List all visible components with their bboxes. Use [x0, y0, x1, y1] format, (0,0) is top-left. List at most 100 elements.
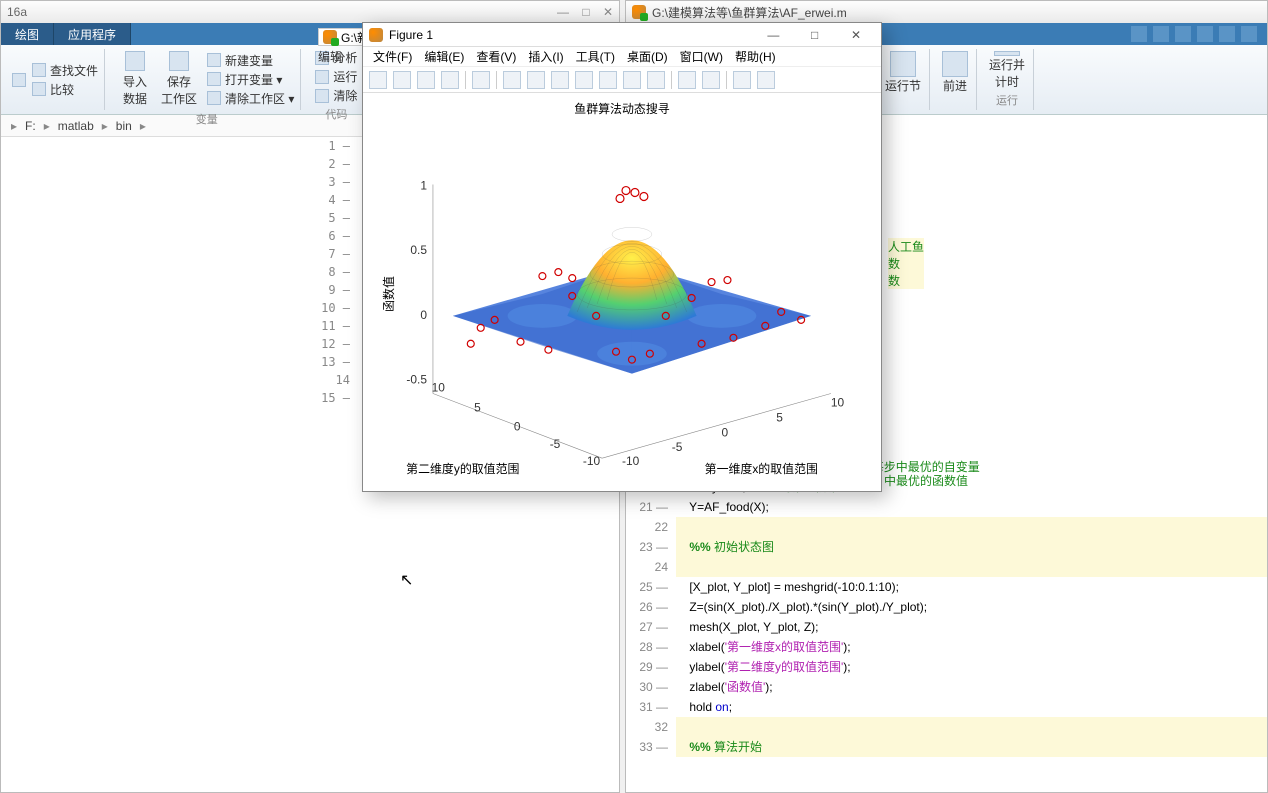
runtime-button[interactable]: 运行并 计时运行 — [981, 49, 1034, 110]
link-icon[interactable] — [647, 71, 665, 89]
showplot-icon[interactable] — [757, 71, 775, 89]
svg-text:1: 1 — [420, 179, 427, 193]
quick-access — [1131, 23, 1257, 45]
findfiles-icon — [32, 63, 46, 77]
minimize-icon[interactable]: — — [557, 5, 569, 19]
x-ticks: -10-50510 — [622, 395, 845, 468]
figure-title: Figure 1 — [389, 28, 433, 42]
advance-button[interactable]: 前进 — [934, 49, 977, 110]
code-line[interactable] — [676, 717, 1267, 737]
code-line[interactable] — [676, 517, 1267, 537]
close-icon[interactable]: ✕ — [837, 28, 875, 42]
legend-icon[interactable] — [702, 71, 720, 89]
colorbar-icon[interactable] — [678, 71, 696, 89]
openvar-button[interactable]: 打开变量 ▾ — [207, 71, 294, 88]
open-button[interactable] — [12, 73, 26, 87]
minimize-icon[interactable]: — — [754, 28, 792, 42]
newvar-icon — [207, 53, 221, 67]
window-titlebar[interactable]: 16a — □ ✕ — [1, 1, 619, 23]
code-line[interactable]: [X_plot, Y_plot] = meshgrid(-10:0.1:10); — [676, 577, 1267, 597]
window-controls: — □ ✕ — [754, 28, 875, 42]
figure-axes[interactable]: 鱼群算法动态搜寻 函数值 10.50-0.5 第一维度x的取值范围 -10-50… — [363, 95, 881, 491]
code-line[interactable]: hold on; — [676, 697, 1267, 717]
qa-icon[interactable] — [1175, 26, 1191, 42]
code-line[interactable]: ylabel('第二维度y的取值范围'); — [676, 657, 1267, 677]
qa-icon[interactable] — [1241, 26, 1257, 42]
save-icon[interactable] — [417, 71, 435, 89]
newvar-button[interactable]: 新建变量 — [207, 52, 294, 69]
figure-toolbar — [363, 67, 881, 93]
save-ws-button[interactable]: 保存 工作区 — [157, 49, 201, 109]
code-line[interactable]: Y=AF_food(X); — [676, 497, 1267, 517]
figure-window: Figure 1 — □ ✕ 文件(F) 编辑(E) 查看(V) 插入(I) 工… — [362, 22, 882, 492]
compare-button[interactable]: 比较 — [32, 81, 98, 98]
code-line[interactable]: Z=(sin(X_plot)./X_plot).*(sin(Y_plot)./Y… — [676, 597, 1267, 617]
menu-desktop[interactable]: 桌面(D) — [623, 46, 672, 67]
hideplot-icon[interactable] — [733, 71, 751, 89]
line-gutter: 1 —2 —3 —4 —5 —6 —7 —8 —9 —10 —11 —12 —1… — [316, 137, 356, 407]
svg-text:0.5: 0.5 — [410, 243, 427, 257]
svg-text:0: 0 — [420, 308, 427, 322]
print-icon[interactable] — [441, 71, 459, 89]
plot-title: 鱼群算法动态搜寻 — [574, 102, 669, 116]
open-icon[interactable] — [393, 71, 411, 89]
clearws-button[interactable]: 清除工作区 ▾ — [207, 90, 294, 107]
menu-insert[interactable]: 插入(I) — [524, 46, 567, 67]
datacursor-icon[interactable] — [599, 71, 617, 89]
code-line[interactable]: %% 初始状态图 — [676, 537, 1267, 557]
zlabel: 函数值 — [382, 276, 396, 312]
code-line[interactable]: %% 算法开始 — [676, 737, 1267, 757]
run-icon — [315, 70, 329, 84]
rotate3d-icon[interactable] — [575, 71, 593, 89]
code-line[interactable] — [676, 557, 1267, 577]
menu-edit[interactable]: 编辑(E) — [420, 46, 468, 67]
code-line[interactable]: mesh(X_plot, Y_plot, Z); — [676, 617, 1267, 637]
cleanup-button[interactable]: 清除 — [315, 87, 357, 104]
path-seg[interactable]: matlab — [58, 119, 94, 133]
menu-file[interactable]: 文件(F) — [369, 46, 416, 67]
qa-icon[interactable] — [1153, 26, 1169, 42]
runsec-button[interactable]: 运行节 — [877, 49, 930, 110]
maximize-icon[interactable]: □ — [582, 5, 589, 19]
menu-view[interactable]: 查看(V) — [472, 46, 520, 67]
maximize-icon[interactable]: □ — [796, 28, 834, 42]
tab-plot[interactable]: 绘图 — [1, 23, 54, 45]
tab-apps[interactable]: 应用程序 — [54, 23, 131, 45]
menu-help[interactable]: 帮助(H) — [731, 46, 780, 67]
code-comment: 数 — [888, 272, 924, 289]
svg-text:5: 5 — [474, 400, 481, 414]
menu-window[interactable]: 窗口(W) — [676, 46, 727, 67]
zoomout-icon[interactable] — [527, 71, 545, 89]
folder-icon — [12, 73, 26, 87]
menu-tools[interactable]: 工具(T) — [572, 46, 619, 67]
code-comment: 数 — [888, 255, 924, 272]
run-button[interactable]: 运行 — [315, 68, 357, 85]
findfiles-button[interactable]: 查找文件 — [32, 62, 98, 79]
import-icon — [125, 51, 145, 71]
path-seg[interactable]: bin — [116, 119, 132, 133]
import-button[interactable]: 导入 数据 — [119, 49, 151, 109]
path-seg[interactable]: F: — [25, 119, 36, 133]
code-line[interactable]: zlabel('函数值'); — [676, 677, 1267, 697]
figure-titlebar[interactable]: Figure 1 — □ ✕ — [363, 23, 881, 47]
qa-icon[interactable] — [1197, 26, 1213, 42]
window-titlebar[interactable]: G:\建模算法等\鱼群算法\AF_erwei.m — [626, 1, 1267, 23]
save-icon — [169, 51, 189, 71]
matlab-icon — [632, 5, 646, 19]
svg-text:10: 10 — [432, 381, 446, 395]
code-line[interactable]: xlabel('第一维度x的取值范围'); — [676, 637, 1267, 657]
qa-icon[interactable] — [1219, 26, 1235, 42]
code-comment: 人工鱼 — [888, 238, 924, 255]
pointer-icon[interactable] — [472, 71, 490, 89]
close-icon[interactable]: ✕ — [603, 5, 613, 19]
qa-icon[interactable] — [1131, 26, 1147, 42]
new-icon[interactable] — [369, 71, 387, 89]
cleanup-icon — [315, 89, 329, 103]
y-ticks: 1050-5-10 — [432, 381, 601, 469]
window-title: 16a — [7, 5, 27, 19]
svg-text:-5: -5 — [550, 437, 561, 451]
pan-icon[interactable] — [551, 71, 569, 89]
zoomin-icon[interactable] — [503, 71, 521, 89]
menu-item[interactable]: 编辑 — [318, 48, 342, 65]
brush-icon[interactable] — [623, 71, 641, 89]
